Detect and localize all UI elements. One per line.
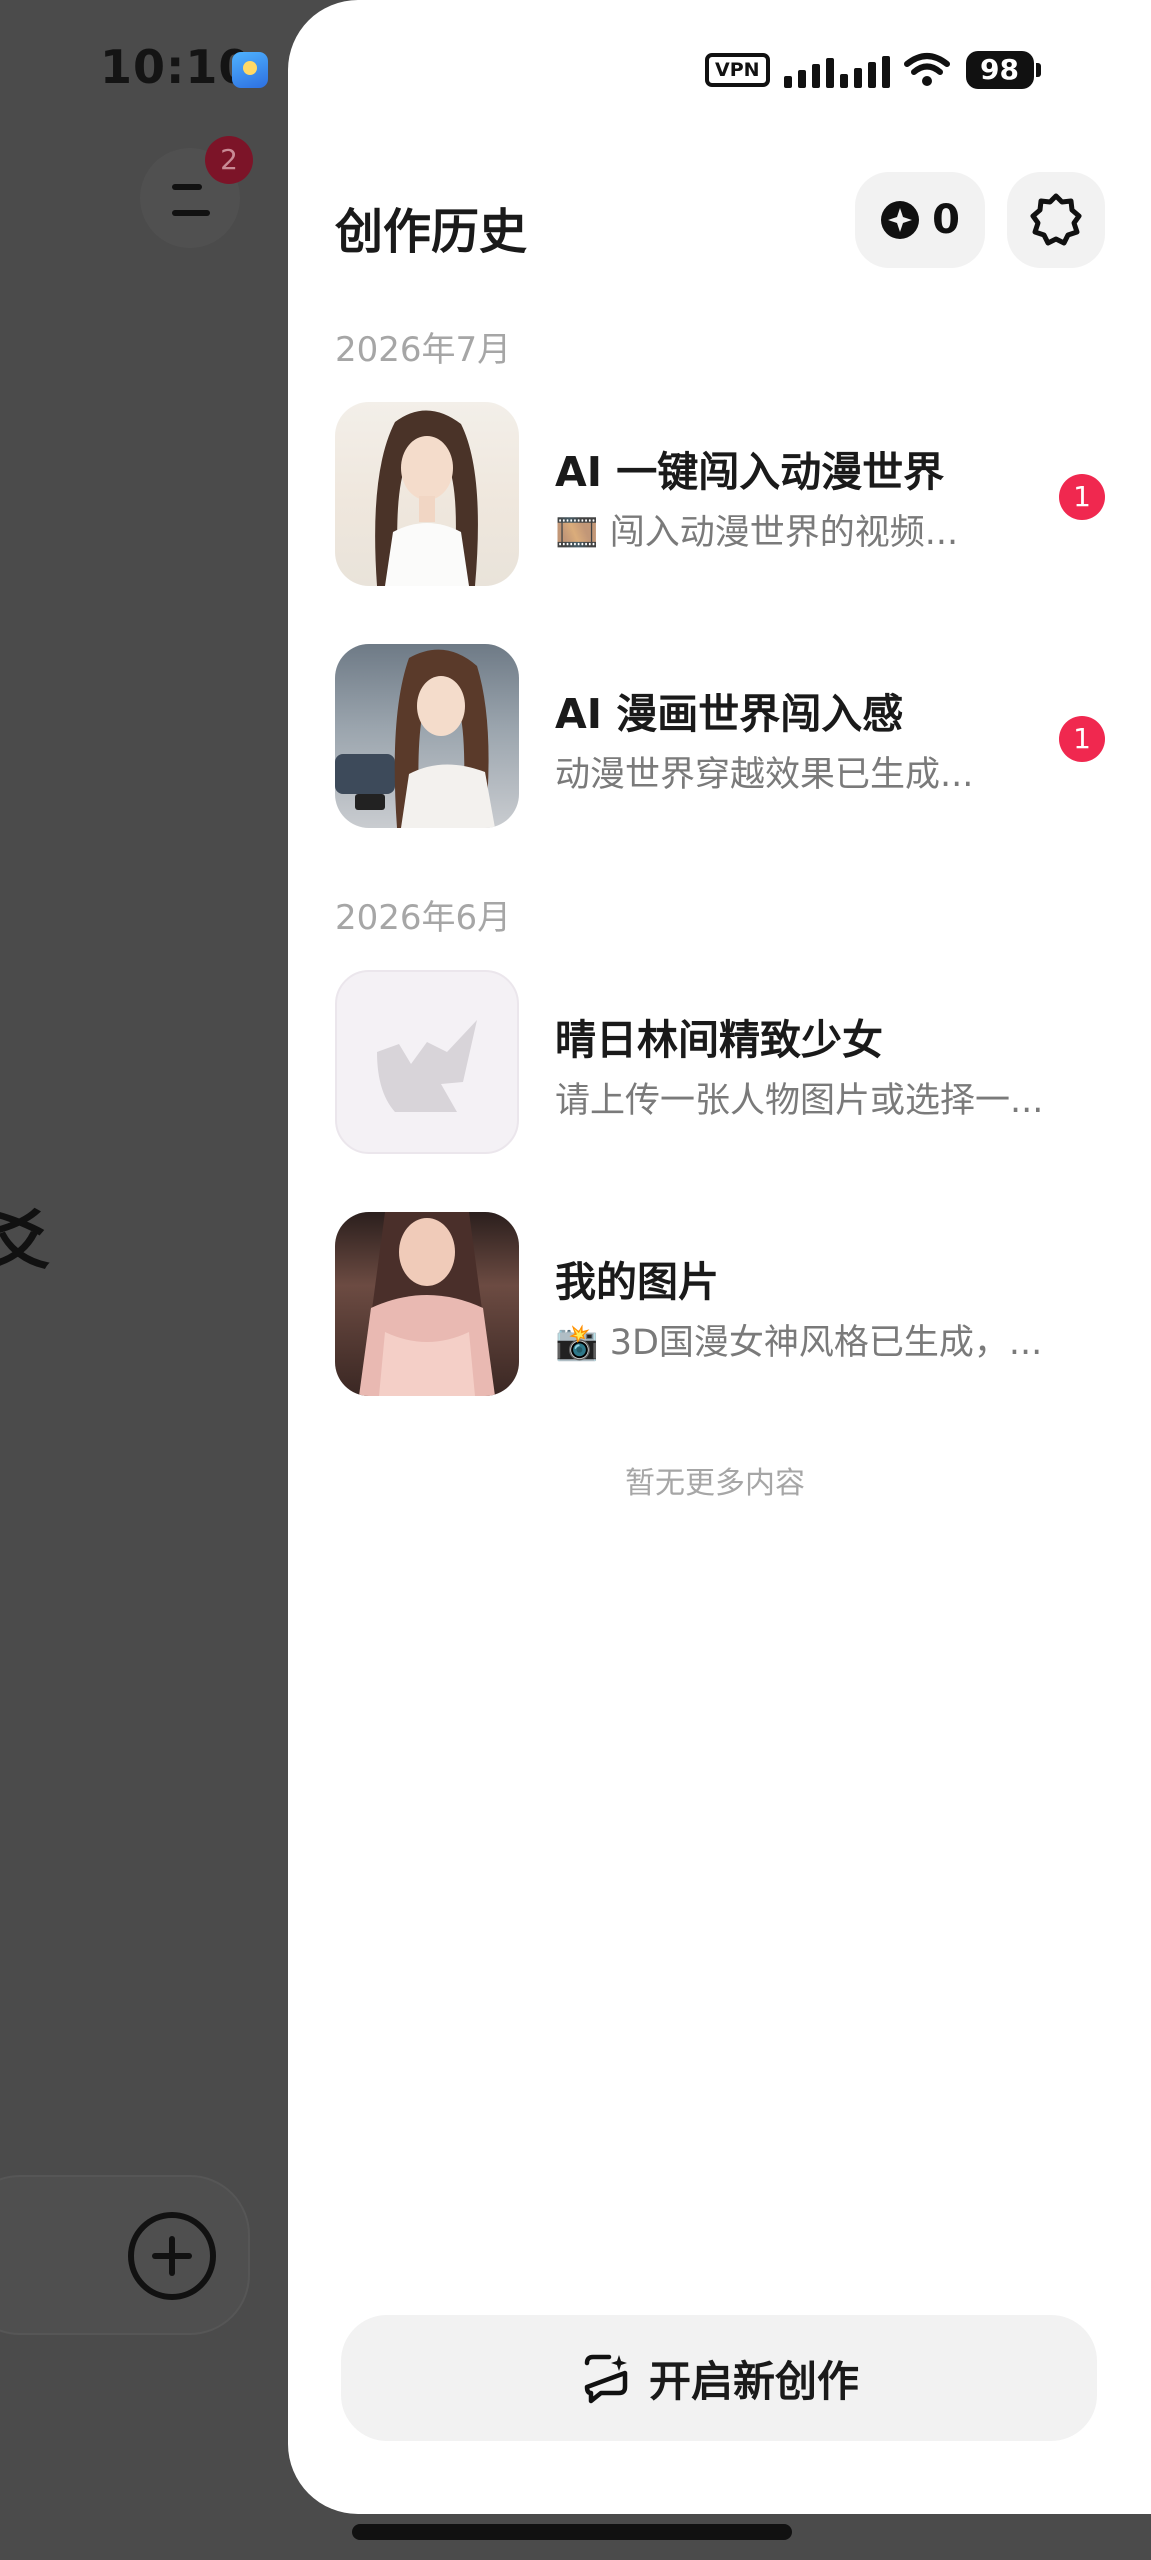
image-placeholder-icon bbox=[335, 970, 519, 1154]
list-item[interactable]: 晴日林间精致少女 请上传一张人物图片或选择一... bbox=[335, 970, 1105, 1154]
wifi-icon bbox=[903, 53, 950, 86]
vpn-icon: VPN bbox=[705, 53, 770, 87]
battery-indicator: 98 bbox=[965, 51, 1034, 89]
list-item[interactable]: AI 一键闯入动漫世界 🎞️ 闯入动漫世界的视频... 1 bbox=[335, 402, 1105, 586]
thumbnail-image bbox=[335, 402, 519, 586]
add-icon[interactable] bbox=[128, 2212, 216, 2300]
no-more-content: 暂无更多内容 bbox=[625, 1466, 805, 1501]
item-subtitle: 🎞️ 闯入动漫世界的视频... bbox=[555, 513, 959, 553]
notification-app-icon bbox=[232, 52, 268, 88]
menu-badge: 2 bbox=[205, 136, 253, 184]
new-creation-button[interactable]: 开启新创作 bbox=[341, 2315, 1097, 2441]
battery-tip bbox=[1035, 63, 1041, 77]
unread-badge: 1 bbox=[1059, 474, 1105, 520]
item-subtitle: 动漫世界穿越效果已生成... bbox=[555, 755, 974, 795]
new-chat-icon bbox=[584, 2354, 628, 2404]
status-icons: VPN 98 bbox=[705, 50, 1041, 90]
points-count: 0 bbox=[932, 197, 960, 243]
section-label-july: 2026年7月 bbox=[335, 330, 512, 370]
status-time: 10:10 bbox=[100, 40, 252, 94]
item-title: AI 漫画世界闯入感 bbox=[555, 690, 904, 738]
gear-icon bbox=[1030, 193, 1082, 246]
list-item[interactable]: AI 漫画世界闯入感 动漫世界穿越效果已生成... 1 bbox=[335, 644, 1105, 828]
points-button[interactable]: 0 bbox=[855, 172, 985, 268]
unread-badge: 1 bbox=[1059, 716, 1105, 762]
new-creation-label: 开启新创作 bbox=[648, 2356, 859, 2406]
sparkle-icon bbox=[881, 201, 920, 239]
thumbnail-image bbox=[335, 644, 519, 828]
background-edge-text: 爻 bbox=[0, 1205, 50, 1279]
thumbnail-image bbox=[335, 1212, 519, 1396]
signal-icon bbox=[783, 52, 896, 88]
section-label-june: 2026年6月 bbox=[335, 898, 512, 938]
home-indicator[interactable] bbox=[352, 2524, 792, 2540]
item-title: AI 一键闯入动漫世界 bbox=[555, 448, 945, 496]
item-subtitle: 📸 3D国漫女神风格已生成，... bbox=[555, 1323, 1043, 1363]
item-title: 我的图片 bbox=[555, 1258, 719, 1306]
item-title: 晴日林间精致少女 bbox=[555, 1016, 883, 1064]
page-title: 创作历史 bbox=[335, 204, 528, 260]
settings-button[interactable] bbox=[1007, 172, 1105, 268]
item-subtitle: 请上传一张人物图片或选择一... bbox=[555, 1081, 1044, 1121]
list-item[interactable]: 我的图片 📸 3D国漫女神风格已生成，... bbox=[335, 1212, 1105, 1396]
